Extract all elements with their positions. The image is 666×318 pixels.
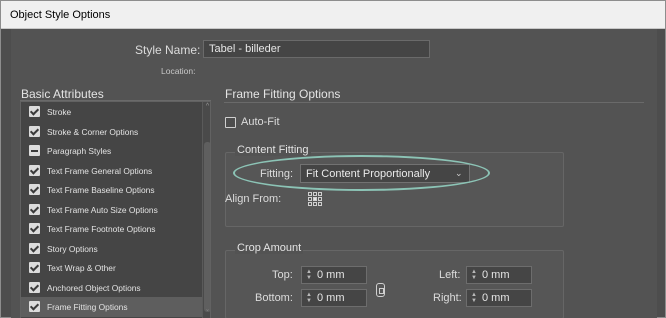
crop-right-value: 0 mm — [482, 292, 510, 304]
reference-point-top-center[interactable] — [313, 192, 317, 196]
list-item-label: Text Wrap & Other — [47, 263, 116, 273]
checkbox-checked-icon[interactable] — [29, 203, 40, 215]
crop-bottom-label: Bottom: — [255, 292, 293, 304]
list-item-label: Stroke & Corner Options — [47, 126, 139, 137]
reference-point-bottom-right[interactable] — [318, 202, 322, 206]
crop-left-stepper[interactable]: ▲ ▼ 0 mm — [466, 266, 532, 284]
list-item-label: Text Frame Footnote Options — [47, 224, 156, 234]
list-item-paragraph-styles[interactable]: Paragraph Styles — [21, 141, 202, 161]
scroll-thumb[interactable] — [204, 142, 210, 312]
list-item-label: Paragraph Styles — [47, 146, 112, 156]
reference-point-middle-left[interactable] — [308, 197, 312, 201]
stepper-arrows-icon[interactable]: ▲ ▼ — [470, 292, 478, 304]
style-name-label: Style Name: — [135, 43, 201, 57]
basic-attributes-list[interactable]: Stroke Stroke & Corner Options Paragraph… — [20, 101, 211, 318]
list-item-text-frame-footnote-options[interactable]: Text Frame Footnote Options — [21, 219, 202, 239]
reference-point-top-left[interactable] — [308, 192, 312, 196]
fitting-label: Fitting: — [260, 168, 294, 180]
auto-fit-label: Auto-Fit — [241, 116, 280, 128]
scroll-down-arrow-icon[interactable]: ˇ — [204, 310, 210, 318]
list-item-label: Anchored Object Options — [47, 282, 141, 293]
checkbox-checked-icon[interactable] — [29, 242, 40, 254]
list-item-label: Stroke — [47, 107, 72, 117]
crop-top-value: 0 mm — [317, 269, 345, 281]
basic-attributes-title: Basic Attributes — [21, 87, 104, 101]
checkbox-checked-icon[interactable] — [29, 301, 40, 312]
crop-left-label: Left: — [439, 269, 461, 281]
list-scrollbar[interactable]: ^ ˇ — [202, 102, 210, 318]
checkbox-checked-icon[interactable] — [29, 223, 40, 234]
crop-amount-group — [225, 250, 564, 318]
crop-right-stepper[interactable]: ▲ ▼ 0 mm — [466, 289, 532, 307]
list-item-label: Text Frame Auto Size Options — [47, 204, 158, 215]
frame-fitting-divider — [224, 102, 644, 103]
list-item-stroke-corner-options[interactable]: Stroke & Corner Options — [21, 122, 202, 142]
style-name-input[interactable]: Tabel - billeder — [203, 40, 430, 58]
link-chain-icon[interactable] — [376, 283, 385, 297]
window-title: Object Style Options — [1, 1, 665, 29]
align-from-label: Align From: — [225, 193, 282, 205]
fitting-select-value: Fit Content Proportionally — [306, 168, 431, 180]
list-item-label: Text Frame General Options — [47, 165, 153, 176]
list-item-stroke[interactable]: Stroke — [21, 102, 202, 122]
fitting-select[interactable]: Fit Content Proportionally ⌄ — [300, 164, 470, 183]
list-item-text-wrap-other[interactable]: Text Wrap & Other — [21, 258, 202, 278]
checkbox-mixed-icon[interactable] — [29, 145, 40, 156]
checkbox-checked-icon[interactable] — [29, 262, 40, 273]
checkbox-checked-icon[interactable] — [29, 106, 40, 117]
stepper-arrows-icon[interactable]: ▲ ▼ — [305, 269, 313, 281]
checkbox-checked-icon[interactable] — [29, 184, 40, 195]
list-item-label: Text Frame Baseline Options — [47, 185, 155, 195]
reference-point-middle-right[interactable] — [318, 197, 322, 201]
align-from-reference-point-icon[interactable] — [308, 192, 323, 207]
object-style-options-dialog: Object Style Options Style Name: Tabel -… — [0, 0, 666, 318]
list-item-story-options[interactable]: Story Options — [21, 239, 202, 259]
scroll-up-arrow-icon[interactable]: ^ — [204, 103, 210, 111]
checkbox-checked-icon[interactable] — [29, 281, 40, 293]
stepper-arrows-icon[interactable]: ▲ ▼ — [470, 269, 478, 281]
content-fitting-title: Content Fitting — [235, 144, 311, 156]
reference-point-center[interactable] — [313, 197, 317, 201]
list-item-frame-fitting-options[interactable]: Frame Fitting Options — [21, 297, 202, 317]
list-item-label: Frame Fitting Options — [47, 302, 128, 312]
list-item-anchored-object-options[interactable]: Anchored Object Options — [21, 278, 202, 298]
crop-bottom-stepper[interactable]: ▲ ▼ 0 mm — [301, 289, 367, 307]
crop-top-label: Top: — [272, 269, 293, 281]
crop-bottom-value: 0 mm — [317, 292, 345, 304]
checkbox-checked-icon[interactable] — [29, 164, 40, 176]
crop-left-value: 0 mm — [482, 269, 510, 281]
checkbox-checked-icon[interactable] — [29, 125, 40, 137]
crop-right-label: Right: — [433, 292, 462, 304]
reference-point-bottom-center[interactable] — [313, 202, 317, 206]
location-label: Location: — [161, 66, 196, 76]
list-item-text-frame-auto-size-options[interactable]: Text Frame Auto Size Options — [21, 200, 202, 220]
crop-top-stepper[interactable]: ▲ ▼ 0 mm — [301, 266, 367, 284]
frame-fitting-title: Frame Fitting Options — [225, 87, 341, 101]
list-item-label: Story Options — [47, 243, 98, 254]
crop-amount-title: Crop Amount — [235, 242, 304, 254]
reference-point-top-right[interactable] — [318, 192, 322, 196]
list-item-text-frame-baseline-options[interactable]: Text Frame Baseline Options — [21, 180, 202, 200]
auto-fit-checkbox[interactable] — [225, 117, 236, 128]
stepper-arrows-icon[interactable]: ▲ ▼ — [305, 292, 313, 304]
reference-point-bottom-left[interactable] — [308, 202, 312, 206]
list-item-text-frame-general-options[interactable]: Text Frame General Options — [21, 161, 202, 181]
chevron-down-icon: ⌄ — [455, 168, 463, 178]
